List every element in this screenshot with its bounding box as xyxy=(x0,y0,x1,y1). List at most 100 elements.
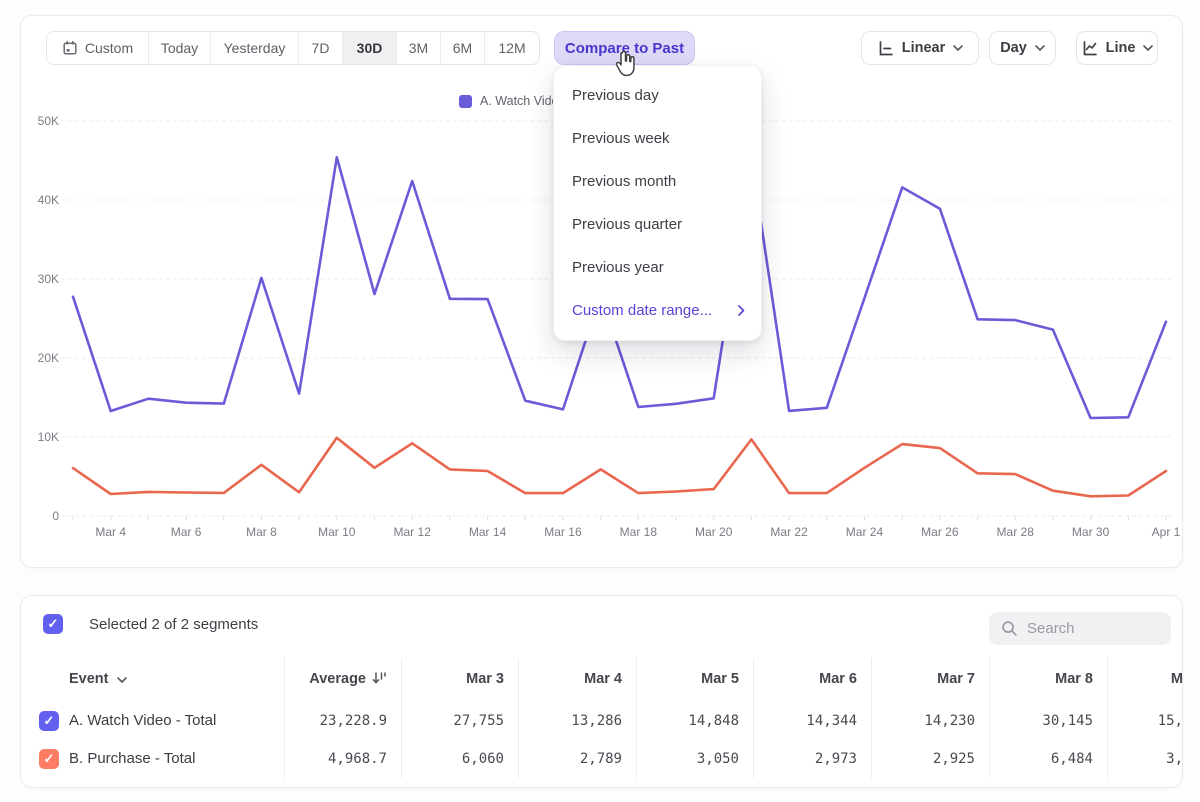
column-separator xyxy=(753,658,754,778)
column-separator xyxy=(989,658,990,778)
range-tab-3m[interactable]: 3M xyxy=(397,32,441,64)
row-checkbox-a-watch-video-total[interactable]: ✓ xyxy=(39,711,59,731)
compare-to-past-menu: Previous dayPrevious weekPrevious monthP… xyxy=(553,65,762,341)
event-header-label: Event xyxy=(69,671,109,687)
range-tab-12m[interactable]: 12M xyxy=(485,32,539,64)
table-cell: 30,145 xyxy=(989,702,1107,740)
table-cell: 4,968.7 xyxy=(284,740,401,778)
column-separator xyxy=(401,658,402,778)
search-box[interactable] xyxy=(989,612,1171,645)
column-separator xyxy=(284,658,285,778)
x-tick-label: Mar 8 xyxy=(226,525,296,539)
range-tab-yesterday[interactable]: Yesterday xyxy=(211,32,299,64)
menu-item-previous-day[interactable]: Previous day xyxy=(554,74,761,117)
selected-segments-label: Selected 2 of 2 segments xyxy=(89,616,258,633)
column-separator xyxy=(1107,658,1108,778)
x-tick-label: Mar 4 xyxy=(76,525,146,539)
scale-dropdown-label: Linear xyxy=(902,40,946,56)
average-header-label: Average xyxy=(309,671,366,687)
date-range-segmented-control: Custom Today Yesterday 7D 30D 3M 6M 12M xyxy=(46,31,540,65)
table-cell: 15, xyxy=(1107,702,1183,740)
column-header-mar-8: Mar 8 xyxy=(989,661,1107,697)
linear-scale-icon xyxy=(877,40,894,57)
table-cell: 2,789 xyxy=(518,740,636,778)
table-cell: 3,050 xyxy=(636,740,753,778)
column-header-mar-4: Mar 4 xyxy=(518,661,636,697)
range-tab-6m[interactable]: 6M xyxy=(441,32,485,64)
chevron-down-icon xyxy=(953,45,963,51)
range-tab-label: 30D xyxy=(357,40,383,56)
legend-swatch xyxy=(459,95,472,108)
x-tick-label: Mar 20 xyxy=(679,525,749,539)
menu-item-previous-year[interactable]: Previous year xyxy=(554,246,761,289)
menu-item-custom-date-range[interactable]: Custom date range... xyxy=(554,289,761,332)
range-tab-today[interactable]: Today xyxy=(149,32,211,64)
x-tick-label: Apr 1 xyxy=(1131,525,1200,539)
x-tick-label: Mar 30 xyxy=(1056,525,1126,539)
column-header-mar-3: Mar 3 xyxy=(401,661,518,697)
chevron-right-icon xyxy=(738,305,745,316)
segments-table-card: ✓ Selected 2 of 2 segments Event Average M… xyxy=(20,595,1183,788)
menu-item-previous-quarter[interactable]: Previous quarter xyxy=(554,203,761,246)
row-checkbox-b-purchase-total[interactable]: ✓ xyxy=(39,749,59,769)
range-tab-label: Today xyxy=(161,40,198,56)
table-cell: 23,228.9 xyxy=(284,702,401,740)
table-cell: 14,344 xyxy=(753,702,871,740)
table-cell: 2,973 xyxy=(753,740,871,778)
x-tick-label: Mar 6 xyxy=(151,525,221,539)
y-tick-label: 20K xyxy=(21,351,59,365)
column-header-m: M xyxy=(1107,661,1183,697)
sort-descending-icon[interactable] xyxy=(372,671,387,685)
range-tab-label: 6M xyxy=(453,40,472,56)
table-cell: 2,925 xyxy=(871,740,989,778)
custom-date-range-label: Custom date range... xyxy=(572,289,712,332)
x-tick-label: Mar 22 xyxy=(754,525,824,539)
y-tick-label: 0 xyxy=(21,509,59,523)
table-cell: 6,060 xyxy=(401,740,518,778)
chart-type-dropdown-button[interactable]: Line xyxy=(1076,31,1158,65)
menu-item-previous-week[interactable]: Previous week xyxy=(554,117,761,160)
table-cell: 14,230 xyxy=(871,702,989,740)
column-header-mar-6: Mar 6 xyxy=(753,661,871,697)
x-tick-label: Mar 18 xyxy=(603,525,673,539)
x-tick-label: Mar 28 xyxy=(980,525,1050,539)
menu-item-previous-month[interactable]: Previous month xyxy=(554,160,761,203)
interval-dropdown-button[interactable]: Day xyxy=(989,31,1056,65)
range-tab-label: 7D xyxy=(312,40,330,56)
x-tick-label: Mar 24 xyxy=(829,525,899,539)
line-chart-icon xyxy=(1081,40,1098,57)
column-header-average: Average xyxy=(284,661,401,697)
y-tick-label: 40K xyxy=(21,193,59,207)
column-header-event[interactable]: Event xyxy=(21,661,284,697)
table-cell: 27,755 xyxy=(401,702,518,740)
search-input[interactable] xyxy=(1027,620,1157,637)
chevron-down-icon xyxy=(117,677,127,683)
column-header-mar-5: Mar 5 xyxy=(636,661,753,697)
table-cell: 14,848 xyxy=(636,702,753,740)
x-tick-label: Mar 12 xyxy=(377,525,447,539)
range-tab-label: Custom xyxy=(85,40,133,56)
range-tab-7d[interactable]: 7D xyxy=(299,32,343,64)
range-tab-custom[interactable]: Custom xyxy=(47,32,149,64)
column-separator xyxy=(636,658,637,778)
x-tick-label: Mar 10 xyxy=(302,525,372,539)
column-separator xyxy=(871,658,872,778)
select-all-checkbox[interactable]: ✓ xyxy=(43,614,63,634)
table-cell: 6,484 xyxy=(989,740,1107,778)
dashboard-page: CustomTodayYesterday7D30D3M6M12M Compare… xyxy=(0,0,1200,802)
x-tick-label: Mar 16 xyxy=(528,525,598,539)
scale-dropdown-button[interactable]: Linear xyxy=(861,31,979,65)
chart-type-dropdown-label: Line xyxy=(1106,40,1136,56)
range-tab-30d[interactable]: 30D xyxy=(343,32,397,64)
y-tick-label: 50K xyxy=(21,114,59,128)
table-cell: 3, xyxy=(1107,740,1183,778)
chevron-down-icon xyxy=(1035,45,1045,51)
search-icon xyxy=(1001,620,1018,637)
x-tick-label: Mar 26 xyxy=(905,525,975,539)
calendar-icon xyxy=(62,40,78,56)
row-label-a-watch-video-total[interactable]: A. Watch Video - Total xyxy=(69,702,284,740)
column-header-mar-7: Mar 7 xyxy=(871,661,989,697)
table-cell: 13,286 xyxy=(518,702,636,740)
row-label-b-purchase-total[interactable]: B. Purchase - Total xyxy=(69,740,284,778)
y-tick-label: 10K xyxy=(21,430,59,444)
